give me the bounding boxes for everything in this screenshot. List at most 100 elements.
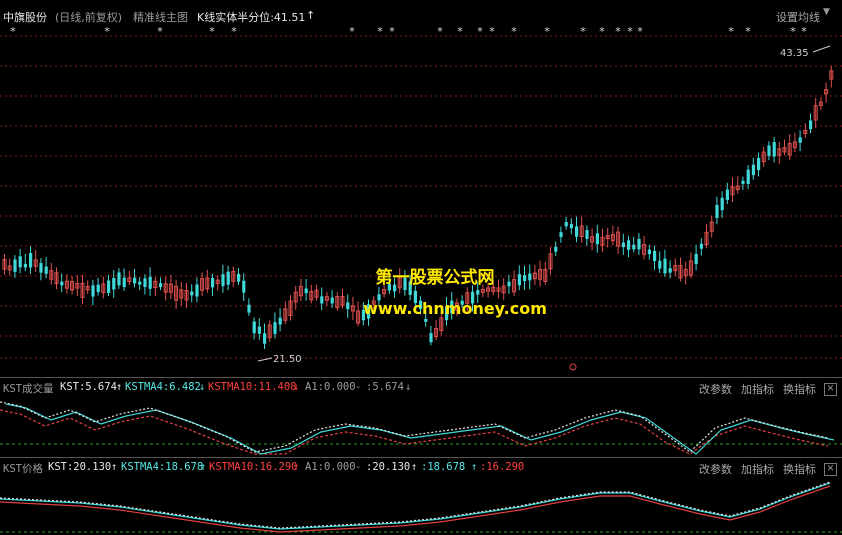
high-price-label: 43.35 [780,48,809,59]
candle-down [242,280,246,293]
panel2-kstma10: KSTMA10:16.290 [209,461,298,473]
panel2-add-indicator-button[interactable]: 加指标 [741,461,774,477]
panel1-kstma4-arrow-icon: ↓ [199,381,206,393]
event-marker-icon [569,363,577,371]
star-marker-icon: * [615,25,621,38]
star-marker-icon: * [10,25,16,38]
panel1-name[interactable]: KST成交量 [3,381,53,396]
candle-down [304,288,308,294]
panel2-name[interactable]: KST价格 [3,461,43,476]
panel2-change-params-button[interactable]: 改参数 [699,461,732,477]
star-marker-icon: * [790,25,796,38]
panel2-kstma10-arrow-icon: ↑ [293,461,300,473]
star-marker-icon: * [389,25,395,38]
panel1-kstma10: KSTMA10:11.408 [208,381,297,393]
candle-down [564,222,568,227]
candle-down [122,277,126,288]
candle-down [720,197,724,211]
kline-arrow-icon: ↑ [306,9,316,22]
panel1-last-arrow-icon: ↓ [405,381,412,393]
candle-down [798,137,802,143]
panel2-kst: KST:20.130 [48,461,112,473]
panel2-v1: :20.130 [366,461,411,473]
candle-down [44,266,48,274]
candle-down [757,157,761,171]
candle-down [18,256,22,268]
candle-down [585,230,589,239]
candle-down [263,333,267,344]
triangle-down-icon[interactable]: ▼ [823,7,830,17]
candle-down [569,224,573,229]
candlestick-chart[interactable]: * * * * * * * * * * * * * * * * * * * * * * * 43.35 21.50 [0,22,842,377]
panel2-v2-arrow-icon: ↑ [471,461,478,473]
panel1-divider [0,377,842,378]
candle-down [60,281,64,286]
candle-down [621,242,625,248]
panel1-kstma4: KSTMA4:6.482 [125,381,201,393]
candle-down [107,280,111,293]
panel1-change-params-button[interactable]: 改参数 [699,381,732,397]
panel1-kst: KST:5.674 [60,381,117,393]
candle-down [138,281,142,285]
star-marker-icon: * [599,25,605,38]
kstma4-line [0,482,831,530]
candle-down [117,272,121,286]
star-marker-icon: * [437,25,443,38]
high-price-pointer [812,45,831,53]
candle-down [658,260,662,269]
panel1-last: :5.674 [366,381,404,393]
candle-down [627,240,631,250]
panel1-close-icon[interactable]: ✕ [824,383,837,396]
kst-volume-chart[interactable] [0,398,842,456]
candle-down [133,277,137,284]
star-marker-icon: * [157,25,163,38]
candle-down [809,120,813,130]
candle-down [559,232,563,237]
kstma10-line [0,485,831,533]
panel1-dash: - [355,381,362,393]
panel2-divider [0,457,842,458]
candle-down [429,333,433,343]
star-marker-icon: * [801,25,807,38]
candle-down [575,226,579,237]
panel1-kstma10-arrow-icon: ↓ [293,381,300,393]
star-marker-icon: * [209,25,215,38]
kst-line [0,481,831,529]
low-price-label: 21.50 [273,354,302,365]
candle-down [668,268,672,273]
candle-down [273,322,277,334]
candle-down [637,238,641,250]
candle-down [699,243,703,249]
candle-down [476,290,480,295]
panel1-kst-arrow-icon: ↑ [116,381,123,393]
candle-down [221,274,225,287]
candle-down [13,259,17,272]
star-marker-icon: * [544,25,550,38]
panel2-switch-indicator-button[interactable]: 换指标 [783,461,816,477]
star-marker-icon: * [377,25,383,38]
candle-down [29,253,33,268]
candle-down [143,278,147,287]
candle-down [159,283,163,288]
panel2-close-icon[interactable]: ✕ [824,463,837,476]
panel2-kstma4-arrow-icon: ↑ [200,461,207,473]
panel2-v1-arrow-icon: ↑ [411,461,418,473]
candle-down [647,249,651,255]
kst-price-chart[interactable] [0,478,842,535]
panel1-switch-indicator-button[interactable]: 换指标 [783,381,816,397]
panel2-a1: A1:0.000 [305,461,356,473]
panel2-dash: - [355,461,362,473]
candle-down [237,273,241,282]
candle-down [741,180,745,184]
candle-down [320,296,324,304]
candle-down [715,204,719,219]
star-marker-icon: * [489,25,495,38]
candle-down [653,250,657,262]
star-marker-icon: * [477,25,483,38]
candle-down [663,258,667,274]
panel1-add-indicator-button[interactable]: 加指标 [741,381,774,397]
candle-down [694,253,698,264]
candle-down [257,326,261,334]
candle-down [23,263,27,268]
candle-down [554,246,558,252]
